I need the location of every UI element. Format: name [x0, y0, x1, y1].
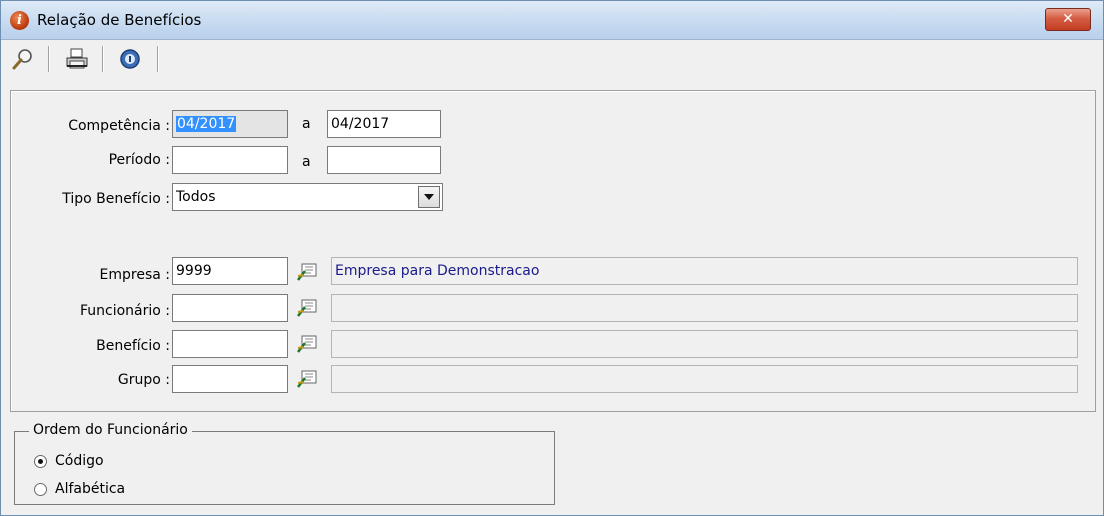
grupo-description-field	[331, 365, 1078, 393]
competencia-from-field[interactable]: 04/2017	[172, 110, 288, 138]
tipo-beneficio-label: Tipo Benefício :	[62, 191, 170, 207]
title-bar[interactable]: i Relação de Benefícios ✕	[1, 1, 1103, 40]
printer-icon	[66, 48, 88, 69]
lookup-icon	[297, 335, 317, 353]
radio-codigo[interactable]: Código	[34, 451, 104, 471]
report-window: i Relação de Benefícios ✕ Competência: …	[0, 0, 1104, 516]
periodo-to-field[interactable]	[327, 146, 441, 174]
tipo-beneficio-select[interactable]: Todos	[172, 183, 443, 211]
radio-alfabetica[interactable]: Alfabética	[34, 479, 125, 499]
empresa-label: Empresa :	[99, 267, 170, 283]
lookup-icon	[297, 299, 317, 317]
competencia-label: Competência :	[68, 118, 170, 134]
grupo-lookup-button[interactable]	[296, 368, 318, 390]
periodo-label: Período :	[108, 152, 170, 168]
beneficio-lookup-button[interactable]	[296, 333, 318, 355]
empresa-code-field[interactable]: 9999	[172, 257, 288, 285]
ordem-funcionario-group: Ordem do Funcionário Código Alfabética	[14, 422, 555, 505]
chevron-down-icon	[424, 194, 434, 200]
dropdown-button[interactable]	[418, 186, 440, 208]
window-title: Relação de Benefícios	[37, 11, 202, 29]
toolbar	[1, 40, 1103, 78]
funcionario-lookup-button[interactable]	[296, 297, 318, 319]
filter-panel: Competência : 04/2017 a 04/2017 Período …	[10, 90, 1096, 412]
beneficio-description-field	[331, 330, 1078, 358]
radio-indicator[interactable]	[34, 482, 47, 496]
empresa-description-field: Empresa para Demonstracao	[331, 257, 1078, 285]
funcionario-description-field	[331, 294, 1078, 322]
competencia-to-field[interactable]: 04/2017	[327, 110, 441, 138]
radio-indicator-checked[interactable]	[34, 454, 47, 468]
search-button[interactable]	[7, 44, 39, 74]
app-info-icon: i	[10, 11, 29, 30]
lookup-icon	[297, 263, 317, 281]
search-icon	[12, 49, 32, 70]
empresa-lookup-button[interactable]	[296, 261, 318, 283]
beneficio-code-field[interactable]	[172, 330, 288, 358]
grupo-code-field[interactable]	[172, 365, 288, 393]
periodo-from-field[interactable]	[172, 146, 288, 174]
radio-codigo-label: Código	[55, 453, 104, 469]
close-button[interactable]: ✕	[1045, 8, 1091, 31]
periodo-sep-label: a	[302, 154, 311, 170]
print-button[interactable]	[61, 44, 93, 74]
competencia-sep-label: a	[302, 116, 311, 132]
funcionario-code-field[interactable]	[172, 294, 288, 322]
radio-alfabetica-label: Alfabética	[55, 481, 126, 497]
beneficio-label: Benefício :	[96, 338, 170, 354]
info-icon	[120, 49, 140, 69]
grupo-label: Grupo :	[117, 372, 170, 388]
help-button[interactable]	[114, 44, 146, 74]
tipo-beneficio-value: Todos	[176, 189, 216, 205]
lookup-icon	[297, 370, 317, 388]
funcionario-label: Funcionário :	[79, 303, 170, 319]
ordem-funcionario-legend: Ordem do Funcionário	[29, 422, 192, 438]
